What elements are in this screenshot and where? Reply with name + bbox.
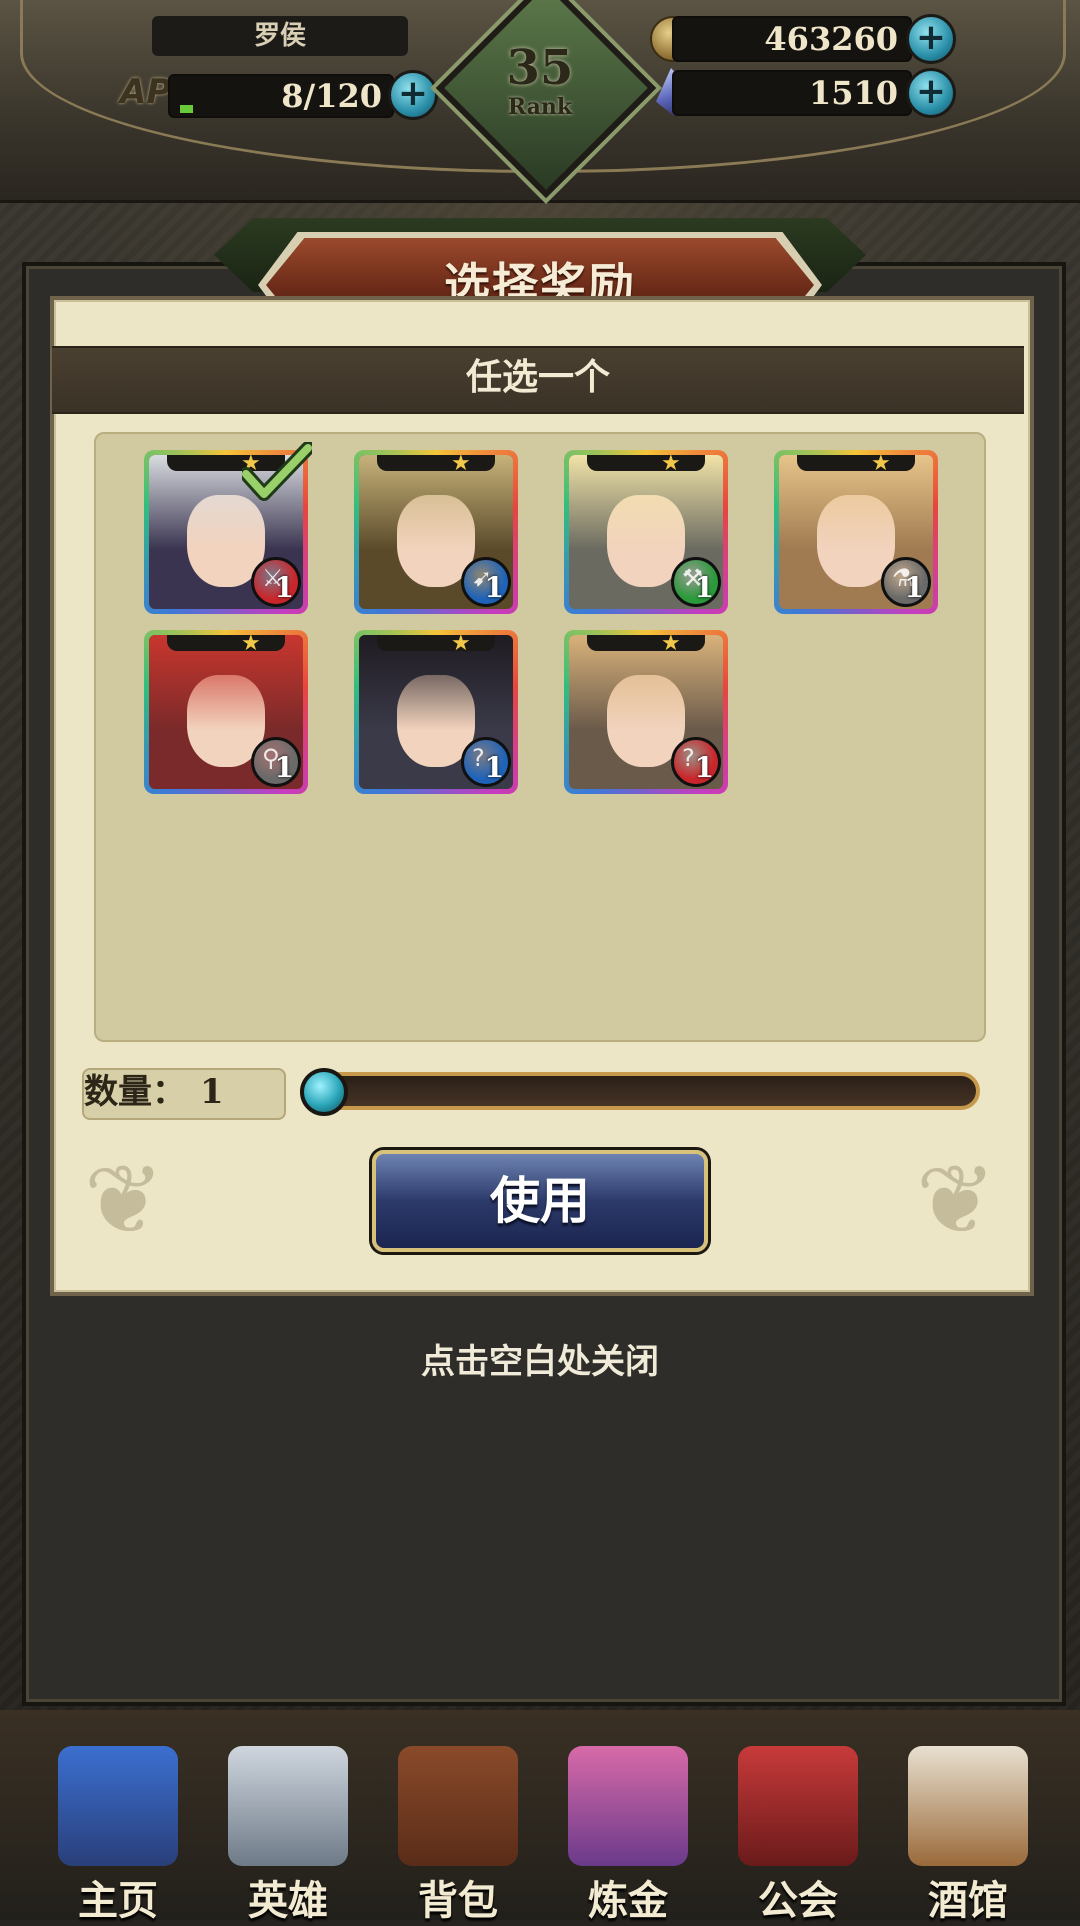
axe-class-icon: ⚒ 1 [671,557,721,607]
hero-level: 1 [694,571,714,604]
nav-item[interactable]: 主页 [38,1740,198,1924]
add-gems-button[interactable]: + [906,68,956,118]
hero-level: 1 [274,571,294,604]
ap-bar: 8/120 [168,74,394,118]
modal-subtitle: 任选一个 [465,357,610,398]
left-flourish-icon: ❦ [83,1144,165,1256]
hero-level: 1 [274,751,294,784]
nav-label: 炼金 [588,1878,668,1924]
rarity-bar: ★ [797,455,915,475]
nav-item[interactable]: 酒馆 [888,1740,1048,1924]
bow-class-icon: ➹ 1 [461,557,511,607]
quantity-value: 1 [200,1072,224,1112]
hero-masked-girl-portrait-icon: ★? 1 [569,635,723,789]
nav-label: 背包 [418,1878,498,1924]
class-glyph: ? [682,744,695,772]
star-icon: ★ [451,635,471,656]
star-icon: ★ [661,455,681,476]
use-button-label[interactable]: 使用 [372,1150,708,1252]
right-flourish-icon: ❦ [915,1144,997,1256]
class-glyph: ? [472,744,485,772]
nav-item[interactable]: 公会 [718,1740,878,1924]
hero-blonde-girl-portrait-icon: ★ ⚒ 1 [569,455,723,609]
star-icon: ★ [241,635,261,656]
hero-vampire-portrait-icon: ★ ➹ 1 [359,455,513,609]
nav-item[interactable]: 背包 [378,1740,538,1924]
hero-level: 1 [484,571,504,604]
hero-level: 1 [484,751,504,784]
reward-hero-card[interactable]: ★ ⚗ 1 [774,450,938,614]
hook-class-icon: ? 1 [671,737,721,787]
hero-level: 1 [694,751,714,784]
rarity-bar: ★ [587,635,705,655]
winged-helmet-icon [228,1746,348,1866]
gem-value: 1510 [808,74,898,112]
potion-flask-icon [568,1746,688,1866]
hero-dark-hair-portrait-icon: ★? 1 [359,635,513,789]
star-icon: ★ [871,455,891,476]
rank-label: Rank [507,94,573,120]
nav-item[interactable]: 英雄 [208,1740,368,1924]
reward-hero-card[interactable]: ★ ⚲ 1 [144,630,308,794]
nav-label: 酒馆 [928,1878,1008,1924]
quantity-slider[interactable] [300,1072,980,1110]
hook-class-icon: ? 1 [461,737,511,787]
selected-check-icon [242,442,312,501]
gold-value: 463260 [764,20,898,58]
rarity-bar: ★ [377,455,495,475]
ap-label: AP [120,72,172,112]
staff-class-icon: ⚗ 1 [881,557,931,607]
hero-redhead-portrait-icon: ★ ⚲ 1 [149,635,303,789]
close-hint[interactable]: 点击空白处关闭 [0,1334,1080,1383]
castle-icon [58,1746,178,1866]
guild-shield-icon [738,1746,858,1866]
rarity-bar: ★ [167,635,285,655]
reward-hero-card[interactable]: ★? 1 [564,630,728,794]
gold-bar: 463260 [672,16,912,62]
hero-level: 1 [904,571,924,604]
nav-label: 主页 [78,1878,158,1924]
add-ap-button[interactable]: + [388,70,438,120]
player-name: 罗侯 [152,16,408,56]
nav-label: 英雄 [248,1878,328,1924]
star-icon: ★ [451,455,471,476]
backpack-icon [398,1746,518,1866]
reward-hero-card[interactable]: ★ ➹ 1 [354,450,518,614]
rarity-bar: ★ [587,455,705,475]
nav-label: 公会 [758,1878,838,1924]
rank-number: 35 [506,40,574,96]
nav-item[interactable]: 炼金 [548,1740,708,1924]
add-gold-button[interactable]: + [906,14,956,64]
sword-class-icon: ⚔ 1 [251,557,301,607]
ap-fill [180,105,193,113]
mage-class-icon: ⚲ 1 [251,737,301,787]
tavern-mug-icon [908,1746,1028,1866]
gem-bar: 1510 [672,70,912,116]
quantity-slider-handle[interactable] [300,1068,348,1116]
quantity-label: 数量： [84,1072,186,1112]
reward-hero-card[interactable]: ★? 1 [354,630,518,794]
ap-value: 8/120 [281,77,382,115]
star-icon: ★ [661,635,681,656]
hero-elf-girl-portrait-icon: ★ ⚗ 1 [779,455,933,609]
rarity-bar: ★ [377,635,495,655]
reward-hero-card[interactable]: ★ ⚒ 1 [564,450,728,614]
